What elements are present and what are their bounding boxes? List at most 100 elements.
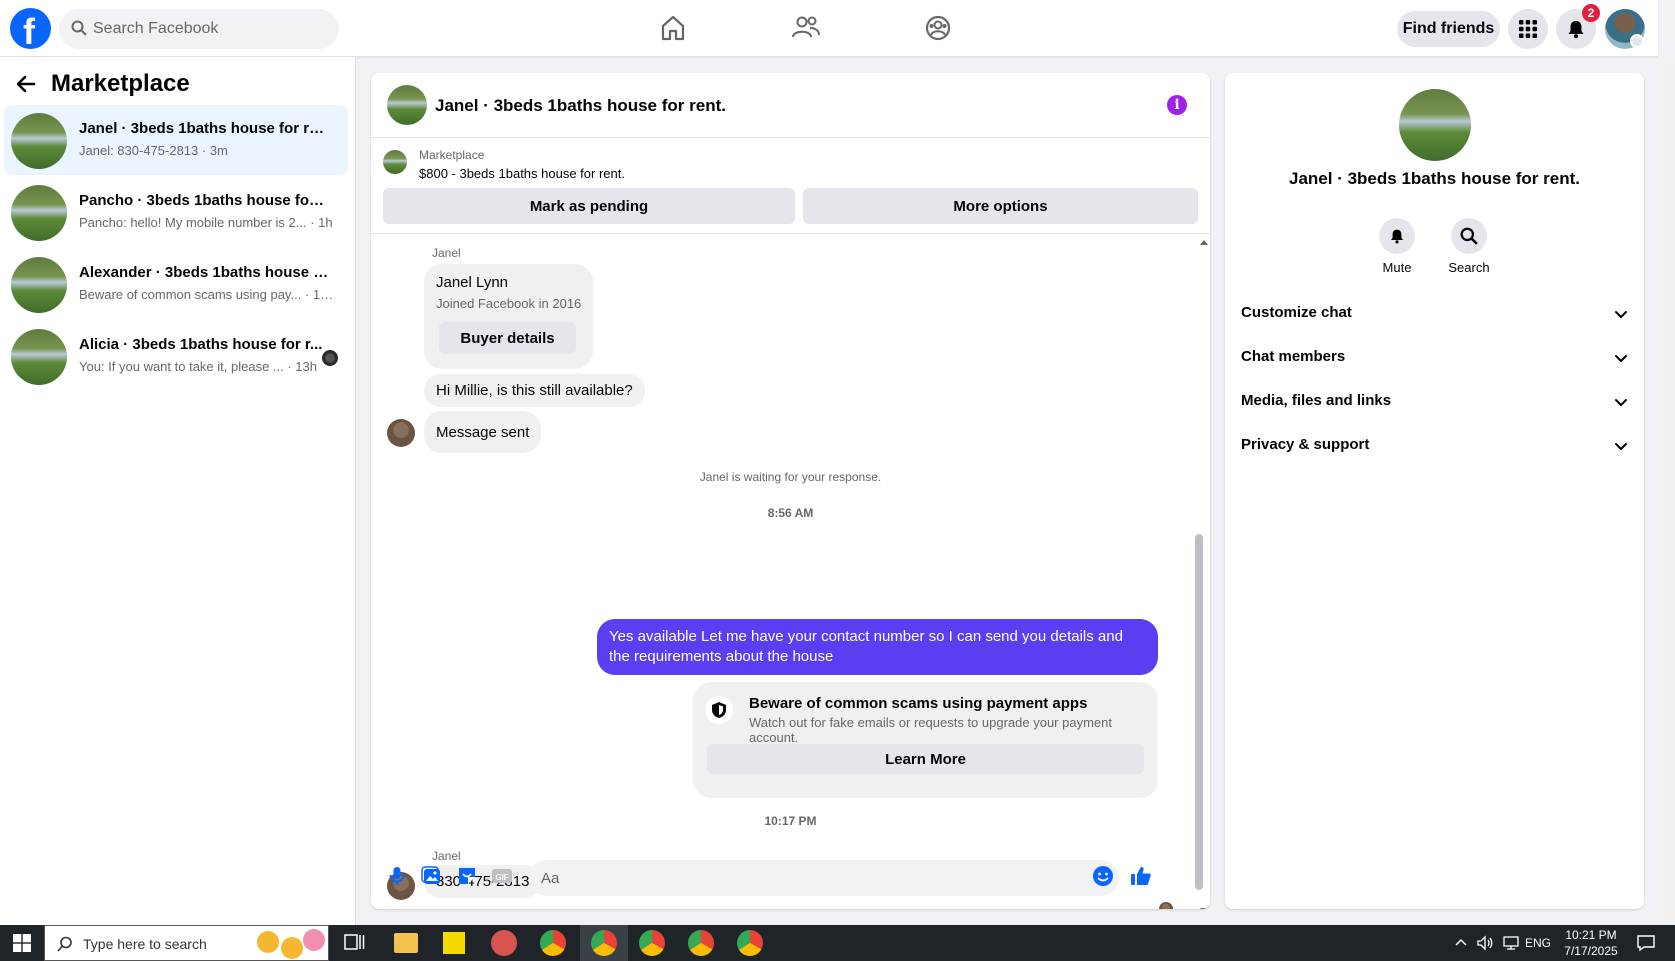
grid-icon xyxy=(1519,20,1537,38)
section-label: Privacy & support xyxy=(1241,436,1370,453)
timestamp: 10:17 PM xyxy=(764,814,817,828)
clock-time[interactable]: 10:21 PM xyxy=(1556,928,1626,942)
scam-warning-card: Beware of common scams using payment app… xyxy=(693,682,1158,798)
task-view-icon[interactable] xyxy=(344,933,366,953)
customize-chat-section[interactable]: Customize chat xyxy=(1241,294,1629,334)
conversation-item[interactable]: Janel · 3beds 1baths house for rent. Jan… xyxy=(4,105,348,175)
chat-title[interactable]: Janel · 3beds 1baths house for rent. xyxy=(435,96,726,116)
chrome-icon[interactable] xyxy=(591,930,617,956)
chrome-icon[interactable] xyxy=(540,930,566,956)
mark-as-pending-button[interactable]: Mark as pending xyxy=(383,188,795,224)
scroll-up-arrow-icon[interactable] xyxy=(1199,238,1209,246)
scroll-down-arrow-icon[interactable] xyxy=(1199,907,1209,909)
buyer-details-button[interactable]: Buyer details xyxy=(439,322,576,354)
conversation-item[interactable]: Pancho · 3beds 1baths house for r... Pan… xyxy=(4,177,348,247)
outgoing-message: Yes available Let me have your contact n… xyxy=(597,619,1158,675)
search-box[interactable] xyxy=(59,9,339,49)
chat-panel: Janel · 3beds 1baths house for rent. i M… xyxy=(371,73,1210,909)
facebook-logo[interactable]: f xyxy=(10,8,51,52)
taskbar-search-placeholder: Type here to search xyxy=(83,936,207,952)
conversation-name: Pancho · 3beds 1baths house for r... xyxy=(79,192,329,209)
search-icon[interactable] xyxy=(1451,218,1487,254)
search-action[interactable]: Search xyxy=(1439,218,1499,275)
chat-info-avatar[interactable] xyxy=(1399,89,1471,161)
conversation-preview: Beware of common scams using pay... · 10… xyxy=(79,287,334,302)
buyer-profile-card: Janel Lynn Joined Facebook in 2016 Buyer… xyxy=(424,264,593,369)
sticker-icon[interactable] xyxy=(455,864,479,888)
chevron-down-icon xyxy=(1615,311,1627,318)
conversation-name: Alicia · 3beds 1baths house for r... xyxy=(79,336,323,353)
listing-thumbnail xyxy=(11,329,67,385)
conversation-preview: Janel: 830-475-2813 · 3m xyxy=(79,143,228,158)
speaker-icon[interactable] xyxy=(1476,934,1494,952)
privacy-support-section[interactable]: Privacy & support xyxy=(1241,426,1629,466)
notification-center-icon[interactable] xyxy=(1636,934,1656,952)
app-icon[interactable] xyxy=(491,930,517,956)
heart-eyes-emoji-icon xyxy=(303,929,325,951)
section-label: Media, files and links xyxy=(1241,392,1392,409)
back-arrow-icon[interactable] xyxy=(14,72,38,96)
media-files-links-section[interactable]: Media, files and links xyxy=(1241,382,1629,422)
section-label: Chat members xyxy=(1241,348,1346,365)
scam-warning-body: Watch out for fake emails or requests to… xyxy=(749,715,1112,745)
buyer-joined: Joined Facebook in 2016 xyxy=(436,296,582,311)
windows-logo-icon xyxy=(13,934,31,952)
listing-thumbnail xyxy=(11,257,67,313)
chrome-icon[interactable] xyxy=(639,930,665,956)
account-chevron-icon[interactable] xyxy=(1630,34,1644,48)
scam-warning-title: Beware of common scams using payment app… xyxy=(749,695,1088,712)
sender-avatar[interactable] xyxy=(387,419,415,447)
chevron-up-icon[interactable] xyxy=(1455,937,1467,947)
conversation-preview: Pancho: hello! My mobile number is 2... … xyxy=(79,215,333,230)
microphone-icon[interactable] xyxy=(385,864,409,888)
chrome-icon[interactable] xyxy=(737,930,763,956)
groups-icon[interactable] xyxy=(922,12,954,44)
shield-icon xyxy=(705,696,733,724)
chevron-down-icon xyxy=(1615,355,1627,362)
clock-date[interactable]: 7/17/2025 xyxy=(1556,944,1626,958)
emoji-icon[interactable] xyxy=(1091,864,1115,888)
page-scrollbar[interactable] xyxy=(1658,57,1675,925)
sender-name: Janel xyxy=(432,246,461,260)
file-explorer-icon[interactable] xyxy=(394,933,418,953)
network-icon[interactable] xyxy=(1502,934,1520,952)
message-thread: Janel Janel Lynn Joined Facebook in 2016… xyxy=(371,234,1210,909)
sender-name: Janel xyxy=(432,849,461,863)
listing-thumbnail xyxy=(11,185,67,241)
friends-icon[interactable] xyxy=(790,12,822,44)
conversation-item[interactable]: Alicia · 3beds 1baths house for r... You… xyxy=(4,321,348,391)
home-icon[interactable] xyxy=(657,12,689,44)
learn-more-button[interactable]: Learn More xyxy=(707,744,1144,774)
chat-info-title: Janel · 3beds 1baths house for rent. xyxy=(1289,169,1580,188)
mute-action[interactable]: Mute xyxy=(1367,218,1427,275)
gif-icon[interactable]: GIF xyxy=(490,864,514,888)
photo-icon[interactable] xyxy=(420,864,444,888)
taskbar-search[interactable]: Type here to search xyxy=(44,925,329,961)
menu-grid-button[interactable] xyxy=(1508,9,1548,49)
chat-avatar[interactable] xyxy=(387,85,427,125)
scrollbar[interactable] xyxy=(1195,534,1203,890)
chrome-icon[interactable] xyxy=(688,930,714,956)
language-indicator[interactable]: ENG xyxy=(1525,936,1551,950)
incoming-message: Hi Millie, is this still available? xyxy=(424,374,645,407)
conversation-item[interactable]: Alexander · 3beds 1baths house fo... Bew… xyxy=(4,249,348,319)
listing-source: Marketplace xyxy=(419,148,485,162)
listing-thumbnail[interactable] xyxy=(383,150,407,174)
more-options-button[interactable]: More options xyxy=(803,188,1198,224)
sticky-notes-icon[interactable] xyxy=(443,932,465,954)
thumbs-up-icon[interactable] xyxy=(1129,864,1153,888)
chevron-down-icon xyxy=(1615,443,1627,450)
bell-icon[interactable] xyxy=(1379,218,1415,254)
message-input[interactable] xyxy=(529,860,1119,896)
conversation-name: Alexander · 3beds 1baths house fo... xyxy=(79,264,329,281)
listing-thumbnail xyxy=(11,113,67,169)
search-input[interactable] xyxy=(93,9,333,49)
chat-members-section[interactable]: Chat members xyxy=(1241,338,1629,378)
info-icon[interactable]: i xyxy=(1167,95,1187,115)
conversation-preview: You: If you want to take it, please ... … xyxy=(79,359,317,374)
listing-price-title[interactable]: $800 - 3beds 1baths house for rent. xyxy=(419,166,625,181)
chat-info-panel: Janel · 3beds 1baths house for rent. Mut… xyxy=(1225,73,1644,909)
start-button[interactable] xyxy=(0,925,44,961)
find-friends-button[interactable]: Find friends xyxy=(1397,11,1500,47)
incoming-message: Message sent xyxy=(424,411,542,453)
